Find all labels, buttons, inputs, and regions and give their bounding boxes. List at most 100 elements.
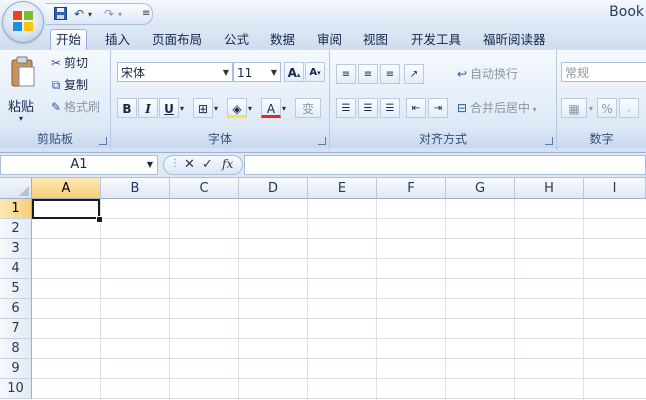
customize-qat-icon[interactable]: ≡ [142,8,150,19]
tab-review[interactable]: 审阅 [312,30,347,50]
redo-icon[interactable]: ↷ [104,7,114,21]
row-header-9[interactable]: 9 [0,359,32,379]
paste-button[interactable]: 粘贴 ▾ [4,54,42,126]
undo-icon[interactable]: ↶ [74,7,84,21]
active-cell-a1[interactable] [32,199,100,219]
merge-center-button[interactable]: ⊟ 合并后居中 ▾ [454,98,537,118]
copy-label: 复制 [64,78,89,92]
enter-icon[interactable]: ✓ [202,157,213,172]
shrink-font-button[interactable]: A▾ [305,62,325,82]
name-box[interactable]: A1 ▼ [0,155,158,175]
tab-formulas[interactable]: 公式 [219,30,254,50]
align-right-icon[interactable]: ☰ [380,98,400,118]
save-icon[interactable] [54,7,67,23]
clipboard-launcher-icon[interactable] [99,137,107,145]
column-header-a[interactable]: A [32,178,101,199]
chevron-down-icon[interactable]: ▼ [147,156,153,174]
decrease-indent-icon[interactable]: ⇤ [406,98,426,118]
tab-view[interactable]: 视图 [358,30,393,50]
undo-dropdown-icon[interactable]: ▾ [88,10,92,19]
underline-button[interactable]: U [159,98,179,118]
fill-handle[interactable] [96,216,103,223]
tab-home[interactable]: 开始 [50,29,88,51]
tab-insert[interactable]: 插入 [100,30,135,50]
vertical-align-buttons: ≡ ≡ ≡ ↗ [336,64,426,84]
column-header-e[interactable]: E [308,178,377,199]
bold-button[interactable]: B [117,98,137,118]
column-header-b[interactable]: B [101,178,170,199]
column-header-i[interactable]: I [584,178,646,199]
column-header-f[interactable]: F [377,178,446,199]
grid-row-line [32,318,646,319]
grip-icon: ⋮ [170,158,180,169]
copy-button[interactable]: ⧉ 复制 [48,75,88,95]
row-header-1[interactable]: 1 [0,199,32,219]
align-center-icon[interactable]: ☰ [358,98,378,118]
font-size-value: 11 [237,66,253,80]
insert-function-icon[interactable]: fx [222,157,233,171]
row-header-6[interactable]: 6 [0,299,32,319]
borders-button[interactable]: ⊞ [193,98,213,118]
redo-dropdown-icon[interactable]: ▾ [118,10,122,19]
borders-dropdown-icon[interactable]: ▾ [214,104,218,113]
accounting-dropdown-icon[interactable]: ▾ [589,104,593,113]
number-group-label: 数字 [557,130,646,148]
italic-button[interactable]: I [138,98,158,118]
grid-column-line [514,199,515,400]
row-header-4[interactable]: 4 [0,259,32,279]
format-painter-button[interactable]: ✎ 格式刷 [48,97,100,117]
comma-style-button[interactable]: , [619,98,639,118]
font-color-button[interactable]: A [261,98,281,118]
paste-dropdown-icon[interactable]: ▾ [19,114,23,123]
column-header-g[interactable]: G [446,178,515,199]
select-all-corner[interactable] [0,178,32,199]
row-header-10[interactable]: 10 [0,379,32,399]
office-button[interactable] [3,2,43,42]
tab-data[interactable]: 数据 [265,30,300,50]
column-header-h[interactable]: H [515,178,584,199]
alignment-launcher-icon[interactable] [545,137,553,145]
merge-dropdown-icon[interactable]: ▾ [530,105,537,114]
row-header-3[interactable]: 3 [0,239,32,259]
formula-input[interactable] [244,155,646,175]
tab-developer[interactable]: 开发工具 [406,30,466,50]
cut-label: 剪切 [64,56,89,70]
grid-row-line [32,298,646,299]
phonetic-button[interactable]: 变 [295,98,321,118]
clipboard-group-label: 剪贴板 [0,130,110,148]
underline-dropdown-icon[interactable]: ▾ [180,104,184,113]
font-color-dropdown-icon[interactable]: ▾ [282,104,286,113]
chevron-down-icon: ▼ [270,68,277,77]
alignment-group-label: 对齐方式 [330,130,556,148]
accounting-format-button[interactable]: ▦ [561,98,587,118]
font-name-select[interactable]: 宋体 ▼ [117,62,233,82]
increase-indent-icon[interactable]: ⇥ [428,98,448,118]
font-size-select[interactable]: 11 ▼ [233,62,281,82]
column-header-d[interactable]: D [239,178,308,199]
cut-button[interactable]: ✂ 剪切 [48,53,88,73]
align-middle-icon[interactable]: ≡ [358,64,378,84]
row-header-8[interactable]: 8 [0,339,32,359]
cancel-icon[interactable]: ✕ [184,157,195,172]
tab-foxit-reader[interactable]: 福昕阅读器 [478,30,551,50]
fill-color-button[interactable]: ◈ [227,98,247,118]
orientation-icon[interactable]: ↗ [404,64,424,84]
align-top-icon[interactable]: ≡ [336,64,356,84]
font-name-value: 宋体 [121,66,146,80]
row-header-5[interactable]: 5 [0,279,32,299]
percent-button[interactable]: % [597,98,617,118]
row-header-2[interactable]: 2 [0,219,32,239]
fill-color-dropdown-icon[interactable]: ▾ [248,104,252,113]
merge-center-label: 合并后居中 [470,101,531,115]
align-bottom-icon[interactable]: ≡ [380,64,400,84]
fill-bucket-icon: ◈ [232,102,242,116]
grow-font-button[interactable]: A▴ [284,62,304,82]
align-left-icon[interactable]: ☰ [336,98,356,118]
row-header-7[interactable]: 7 [0,319,32,339]
wrap-text-button[interactable]: ↩ 自动换行 [454,64,518,84]
tab-page-layout[interactable]: 页面布局 [147,30,207,50]
font-launcher-icon[interactable] [318,137,326,145]
number-format-select[interactable]: 常规 [561,62,646,82]
column-header-c[interactable]: C [170,178,239,199]
worksheet-grid[interactable]: ABCDEFGHI 1 2 3 4 5 6 7 8 9 10 [0,178,646,400]
